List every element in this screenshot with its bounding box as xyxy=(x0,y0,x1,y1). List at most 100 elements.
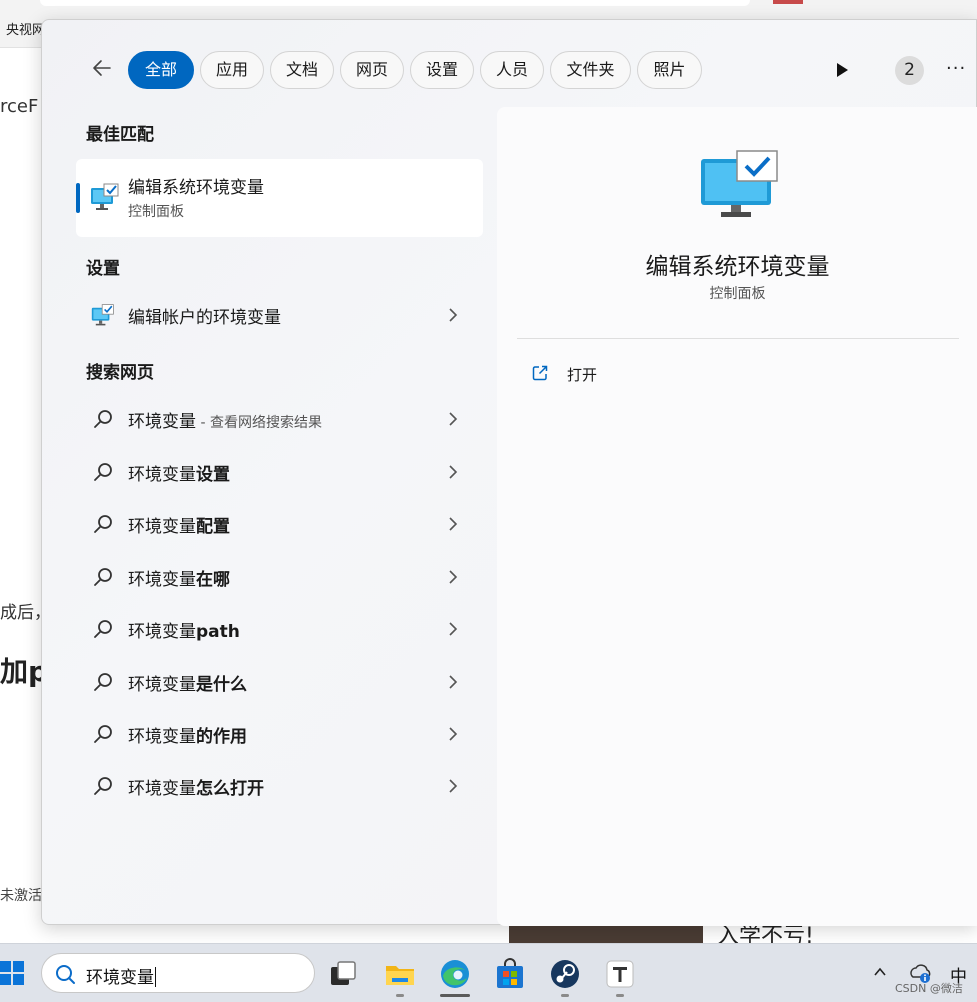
settings-heading: 设置 xyxy=(86,259,120,279)
web-result-label: 环境变量是什么 xyxy=(128,670,247,695)
web-result-row[interactable]: 环境变量配置 xyxy=(76,501,483,547)
taskbar-search-value: 环境变量 xyxy=(86,968,154,988)
web-result-emphasis: path xyxy=(196,622,240,642)
chevron-up-icon[interactable] xyxy=(872,964,888,980)
best-match-title: 编辑系统环境变量 xyxy=(128,178,264,198)
web-result-row[interactable]: 环境变量 - 查看网络搜索结果 xyxy=(76,396,483,442)
background-text: 未激活 xyxy=(0,888,42,904)
windows-start-icon[interactable] xyxy=(0,961,24,985)
web-result-emphasis: 在哪 xyxy=(196,570,230,590)
chevron-right-icon xyxy=(449,727,458,741)
web-result-prefix: 环境变量 xyxy=(128,570,196,590)
search-icon xyxy=(94,568,112,586)
best-match-heading: 最佳匹配 xyxy=(86,125,154,145)
task-view-icon[interactable] xyxy=(327,958,359,990)
web-result-label: 环境变量配置 xyxy=(128,512,230,537)
text-caret xyxy=(155,967,156,987)
play-icon[interactable] xyxy=(832,60,852,80)
web-result-prefix: 环境变量 xyxy=(128,517,196,537)
web-result-emphasis: 设置 xyxy=(196,465,230,485)
filter-web-chip[interactable]: 网页 xyxy=(340,51,404,89)
back-arrow-icon[interactable] xyxy=(92,58,112,78)
watermark-text: CSDN @微洁 xyxy=(895,982,963,995)
filter-people-chip[interactable]: 人员 xyxy=(480,51,544,89)
selection-indicator xyxy=(76,183,80,213)
filter-folders-chip[interactable]: 文件夹 xyxy=(550,51,631,89)
detail-divider xyxy=(517,338,959,339)
edge-browser-icon[interactable] xyxy=(439,958,471,990)
search-icon xyxy=(94,777,112,795)
web-result-row[interactable]: 环境变量是什么 xyxy=(76,659,483,705)
file-explorer-icon[interactable] xyxy=(384,958,416,990)
result-detail-pane: 编辑系统环境变量 控制面板 打开 xyxy=(497,107,977,926)
web-result-emphasis: 怎么打开 xyxy=(196,779,264,799)
steam-icon[interactable] xyxy=(549,958,581,990)
web-result-row[interactable]: 环境变量在哪 xyxy=(76,554,483,600)
web-result-label: 环境变量怎么打开 xyxy=(128,774,264,799)
chevron-right-icon xyxy=(449,570,458,584)
web-result-label: 环境变量 - 查看网络搜索结果 xyxy=(128,407,322,432)
search-icon xyxy=(56,965,75,984)
filter-apps-chip[interactable]: 应用 xyxy=(200,51,264,89)
running-indicator xyxy=(561,994,569,997)
rewards-badge[interactable]: 2 xyxy=(895,56,924,85)
taskbar-search-box[interactable]: 环境变量 xyxy=(41,953,315,993)
best-match-subtitle: 控制面板 xyxy=(128,204,184,220)
more-options-button[interactable]: ··· xyxy=(946,58,966,79)
web-result-label: 环境变量在哪 xyxy=(128,565,230,590)
chevron-right-icon xyxy=(449,779,458,793)
search-icon xyxy=(94,620,112,638)
web-result-emphasis: 是什么 xyxy=(196,675,247,695)
web-result-label: 环境变量的作用 xyxy=(128,722,247,747)
open-action-button[interactable]: 打开 xyxy=(567,364,597,385)
web-result-row[interactable]: 环境变量path xyxy=(76,606,483,652)
web-result-prefix: 环境变量 xyxy=(128,675,196,695)
search-icon xyxy=(94,410,112,428)
web-result-emphasis: 的作用 xyxy=(196,727,247,747)
chevron-right-icon xyxy=(449,622,458,636)
settings-result-row[interactable]: 编辑帐户的环境变量 xyxy=(76,292,483,338)
chevron-right-icon xyxy=(449,412,458,426)
detail-subtitle: 控制面板 xyxy=(709,286,766,302)
running-indicator xyxy=(616,994,624,997)
microsoft-store-icon[interactable] xyxy=(494,958,526,990)
browser-tab-label[interactable]: 央视网 xyxy=(6,19,45,38)
search-icon xyxy=(94,673,112,691)
chevron-right-icon xyxy=(449,675,458,689)
search-icon xyxy=(94,725,112,743)
web-result-row[interactable]: 环境变量的作用 xyxy=(76,711,483,757)
chevron-right-icon xyxy=(449,465,458,479)
search-icon xyxy=(94,463,112,481)
web-result-label: 环境变量设置 xyxy=(128,460,230,485)
web-result-prefix: 环境变量 xyxy=(128,622,196,642)
chevron-right-icon xyxy=(449,517,458,531)
web-result-emphasis: 配置 xyxy=(196,517,230,537)
system-properties-icon xyxy=(701,150,778,217)
web-result-label: 环境变量path xyxy=(128,617,240,642)
browser-red-indicator xyxy=(773,0,803,4)
settings-result-label: 编辑帐户的环境变量 xyxy=(128,308,281,328)
active-indicator xyxy=(440,994,470,997)
browser-address-bar xyxy=(40,0,750,6)
web-result-suffix: - 查看网络搜索结果 xyxy=(196,415,322,431)
best-match-result[interactable]: 编辑系统环境变量 控制面板 xyxy=(76,159,483,237)
search-panel: 全部 应用 文档 网页 设置 人员 文件夹 照片 2 ··· 最佳匹配 编辑系统… xyxy=(41,19,977,926)
filter-settings-chip[interactable]: 设置 xyxy=(410,51,474,89)
background-text: rceF xyxy=(0,96,39,117)
web-result-prefix: 环境变量 xyxy=(128,465,196,485)
taskbar: 环境变量 中 CSDN @微洁 xyxy=(0,943,977,1002)
open-external-icon[interactable] xyxy=(531,364,549,382)
taskbar-search-input[interactable]: 环境变量 xyxy=(86,963,156,988)
filter-all-chip[interactable]: 全部 xyxy=(128,51,194,89)
web-result-prefix: 环境变量 xyxy=(128,779,196,799)
filter-photos-chip[interactable]: 照片 xyxy=(637,51,702,89)
system-properties-icon xyxy=(91,304,114,326)
web-result-row[interactable]: 环境变量怎么打开 xyxy=(76,763,483,809)
chevron-right-icon xyxy=(449,308,458,322)
system-properties-icon xyxy=(91,183,119,210)
typora-icon[interactable] xyxy=(604,958,636,990)
search-web-heading: 搜索网页 xyxy=(86,363,154,383)
filter-documents-chip[interactable]: 文档 xyxy=(270,51,334,89)
web-result-row[interactable]: 环境变量设置 xyxy=(76,449,483,495)
web-result-prefix: 环境变量 xyxy=(128,412,196,432)
